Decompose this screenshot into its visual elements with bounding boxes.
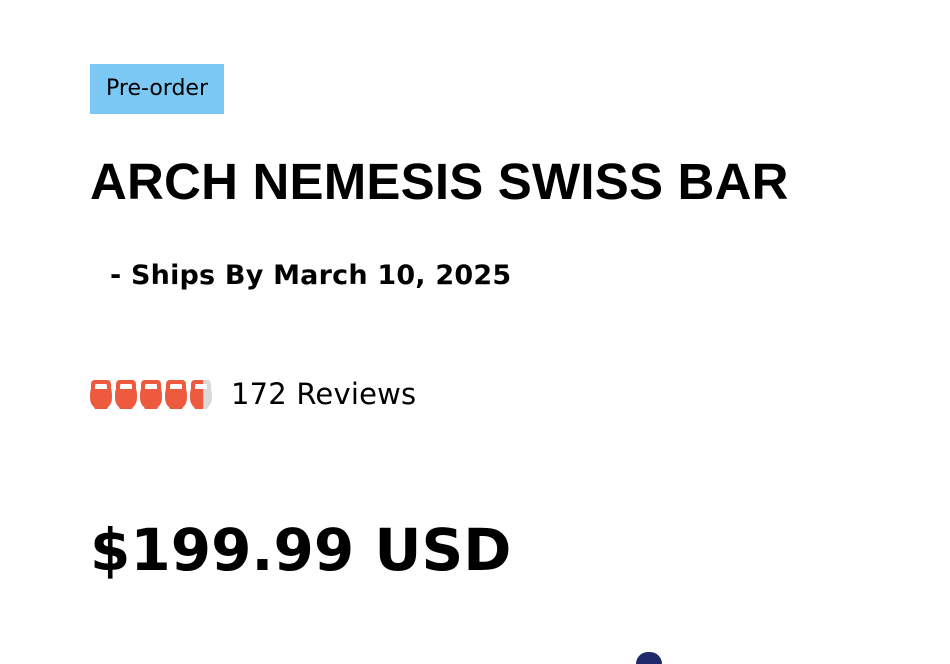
kettlebell-icon xyxy=(115,378,137,410)
rating-row[interactable]: 172 Reviews xyxy=(90,376,910,412)
reviews-link[interactable]: 172 Reviews xyxy=(231,376,416,412)
ship-date: - Ships By March 10, 2025 xyxy=(110,260,512,291)
kettlebell-icon xyxy=(90,378,112,410)
kettlebell-icon xyxy=(140,378,162,410)
product-info: Pre-order ARCH NEMESIS SWISS BAR - Ships… xyxy=(90,64,910,584)
preorder-badge: Pre-order xyxy=(90,64,224,114)
product-price: $199.99 USD xyxy=(90,516,512,584)
kettlebell-icon xyxy=(165,378,187,410)
product-title: ARCH NEMESIS SWISS BAR xyxy=(90,153,789,210)
rating-kettlebells[interactable] xyxy=(90,378,215,410)
partial-element-hint xyxy=(636,652,662,664)
kettlebell-icon xyxy=(190,378,212,410)
